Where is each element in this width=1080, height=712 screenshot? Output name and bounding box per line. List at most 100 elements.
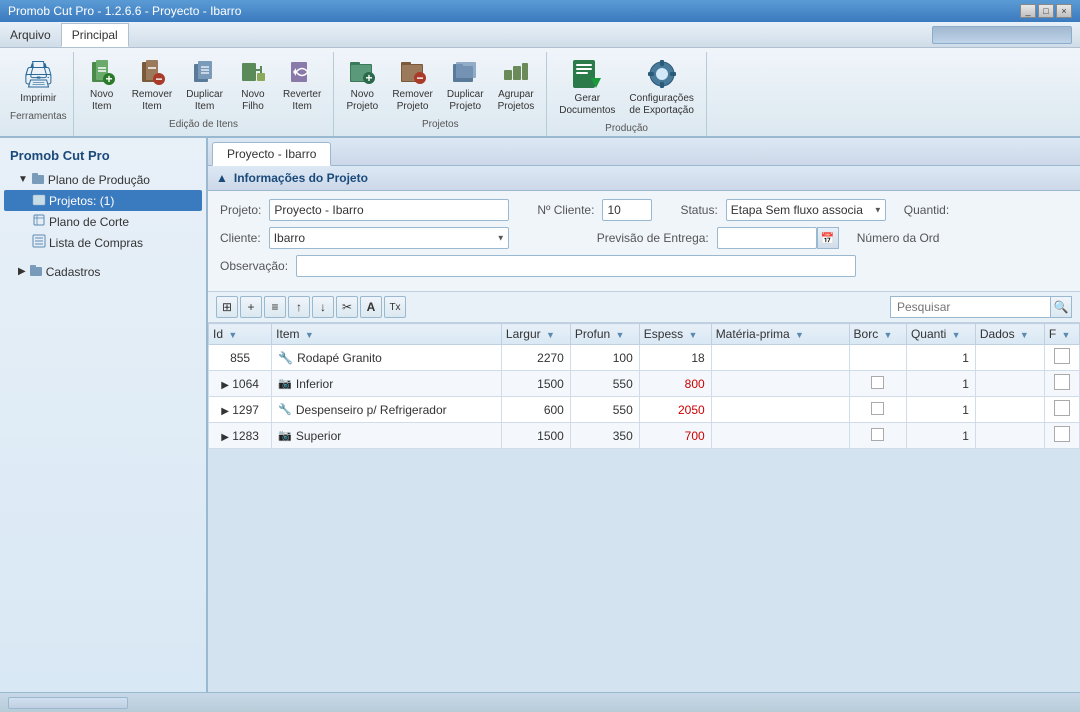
minimize-button[interactable]: _	[1020, 4, 1036, 18]
sidebar-item-cadastros[interactable]: ▶ Cadastros	[4, 261, 202, 282]
duplicate-item-button[interactable]: DuplicarItem	[180, 52, 229, 117]
flag-checkbox[interactable]	[1054, 374, 1070, 390]
expand-arrow[interactable]: ▶	[221, 432, 229, 443]
config-exportacao-button[interactable]: Configuraçõesde Exportação	[623, 52, 700, 121]
flag-checkbox[interactable]	[1054, 426, 1070, 442]
sidebar-item-lista-compras[interactable]: Lista de Compras	[4, 232, 202, 253]
remove-project-button[interactable]: − RemoverProjeto	[386, 52, 439, 117]
quantidade-label: Quantid:	[904, 203, 949, 217]
cell-materia-prima	[711, 397, 849, 423]
toolbar-up-btn[interactable]: ↑	[288, 296, 310, 318]
ribbon-group-ferramentas: 🖨 Imprimir Ferramentas	[4, 52, 74, 136]
toolbar-down-btn[interactable]: ↓	[312, 296, 334, 318]
table-search: 🔍	[890, 296, 1072, 318]
cell-largura: 600	[501, 397, 570, 423]
new-project-button[interactable]: + NovoProjeto	[340, 52, 384, 117]
remove-item-icon: −	[136, 56, 168, 88]
cell-flag[interactable]	[1044, 345, 1079, 371]
ferramentas-items: 🖨 Imprimir	[14, 52, 62, 109]
new-item-button[interactable]: + NovoItem	[80, 52, 124, 117]
ferramentas-label: Ferramentas	[10, 111, 67, 122]
cell-bordo	[849, 397, 906, 423]
menu-search-box	[932, 26, 1072, 44]
col-bordo[interactable]: Borc ▼	[849, 324, 906, 345]
cell-id: ▶ 1283	[209, 423, 272, 449]
new-child-button[interactable]: NovoFilho	[231, 52, 275, 117]
svg-text:+: +	[105, 72, 112, 86]
numero-ord-label: Número da Ord	[857, 231, 940, 245]
row-icon: 📷	[278, 429, 292, 442]
col-item[interactable]: Item ▼	[272, 324, 502, 345]
cell-flag[interactable]	[1044, 423, 1079, 449]
col-id[interactable]: Id ▼	[209, 324, 272, 345]
status-select[interactable]: Etapa Sem fluxo associa	[726, 199, 886, 221]
flag-checkbox[interactable]	[1054, 348, 1070, 364]
col-quantidade[interactable]: Quanti ▼	[906, 324, 975, 345]
col-flag[interactable]: F ▼	[1044, 324, 1079, 345]
collapse-icon[interactable]: ▲	[216, 171, 228, 185]
cell-item: 📷 Superior	[272, 423, 502, 449]
cell-quantidade: 1	[906, 397, 975, 423]
revert-item-button[interactable]: ReverterItem	[277, 52, 327, 117]
toolbar-grid-btn[interactable]: ⊞	[216, 296, 238, 318]
expand-arrow[interactable]: ▶	[221, 380, 229, 391]
maximize-button[interactable]: □	[1038, 4, 1054, 18]
flag-checkbox[interactable]	[1054, 400, 1070, 416]
col-dados[interactable]: Dados ▼	[975, 324, 1044, 345]
duplicate-project-button[interactable]: DuplicarProjeto	[441, 52, 490, 117]
section-title: Informações do Projeto	[234, 171, 368, 185]
menu-principal[interactable]: Principal	[61, 23, 129, 47]
sidebar-item-plano-corte[interactable]: Plano de Corte	[4, 211, 202, 232]
toolbar-list-btn[interactable]: ≡	[264, 296, 286, 318]
search-input[interactable]	[890, 296, 1050, 318]
table-row: ▶ 1064 📷 Inferior 1500 550 800	[209, 371, 1080, 397]
cell-flag[interactable]	[1044, 371, 1079, 397]
cell-materia-prima	[711, 423, 849, 449]
sidebar-item-plano-producao[interactable]: ▼ Plano de Produção	[4, 169, 202, 190]
cell-flag[interactable]	[1044, 397, 1079, 423]
close-button[interactable]: ×	[1056, 4, 1072, 18]
cell-largura: 1500	[501, 371, 570, 397]
group-projects-button[interactable]: AgruparProjetos	[492, 52, 541, 117]
projeto-input[interactable]	[269, 199, 509, 221]
expand-arrow[interactable]: ▶	[221, 406, 229, 417]
toolbar-cut-btn[interactable]: ✂	[336, 296, 358, 318]
duplicate-item-icon	[189, 56, 221, 88]
toolbar-add-btn[interactable]: +	[240, 296, 262, 318]
menu-arquivo[interactable]: Arquivo	[0, 24, 61, 46]
toolbar-a-btn[interactable]: A	[360, 296, 382, 318]
gerar-documentos-button[interactable]: GerarDocumentos	[553, 52, 621, 121]
toolbar-tx-btn[interactable]: Tx	[384, 296, 406, 318]
cell-profundidade: 350	[570, 423, 639, 449]
table-container: Id ▼ Item ▼ Largur ▼ Profun ▼ Espess ▼ M…	[208, 323, 1080, 449]
horizontal-scrollbar[interactable]	[8, 697, 128, 709]
sidebar-item-projetos[interactable]: Projetos: (1)	[4, 190, 202, 211]
project-tab[interactable]: Proyecto - Ibarro	[212, 142, 331, 166]
table-body: 855 🔧 Rodapé Granito 2270 100 18	[209, 345, 1080, 449]
remove-item-button[interactable]: − RemoverItem	[126, 52, 179, 117]
col-materia-prima[interactable]: Matéria-prima ▼	[711, 324, 849, 345]
search-button[interactable]: 🔍	[1050, 296, 1072, 318]
table-toolbar: ⊞ + ≡ ↑ ↓ ✂ A Tx 🔍	[208, 292, 1080, 323]
cell-espessura: 2050	[639, 397, 711, 423]
col-largura[interactable]: Largur ▼	[501, 324, 570, 345]
col-espessura[interactable]: Espess ▼	[639, 324, 711, 345]
cell-bordo	[849, 423, 906, 449]
content-area: Proyecto - Ibarro ▲ Informações do Proje…	[208, 138, 1080, 692]
calendar-button[interactable]: 📅	[817, 227, 839, 249]
col-profundidade[interactable]: Profun ▼	[570, 324, 639, 345]
cell-id: 855	[209, 345, 272, 371]
form-row-3: Observação:	[220, 255, 1068, 277]
revert-item-label: ReverterItem	[283, 89, 321, 113]
edicao-label: Edição de Itens	[169, 119, 238, 130]
observacao-input[interactable]	[296, 255, 856, 277]
window-controls[interactable]: _ □ ×	[1020, 4, 1072, 18]
projetos-icon	[32, 192, 46, 209]
cell-dados	[975, 345, 1044, 371]
gerar-documentos-label: GerarDocumentos	[559, 93, 615, 117]
cliente-num-input[interactable]	[602, 199, 652, 221]
print-button[interactable]: 🖨 Imprimir	[14, 52, 62, 109]
cell-quantidade: 1	[906, 345, 975, 371]
cliente-select[interactable]: Ibarro	[269, 227, 509, 249]
previsao-input[interactable]	[717, 227, 817, 249]
